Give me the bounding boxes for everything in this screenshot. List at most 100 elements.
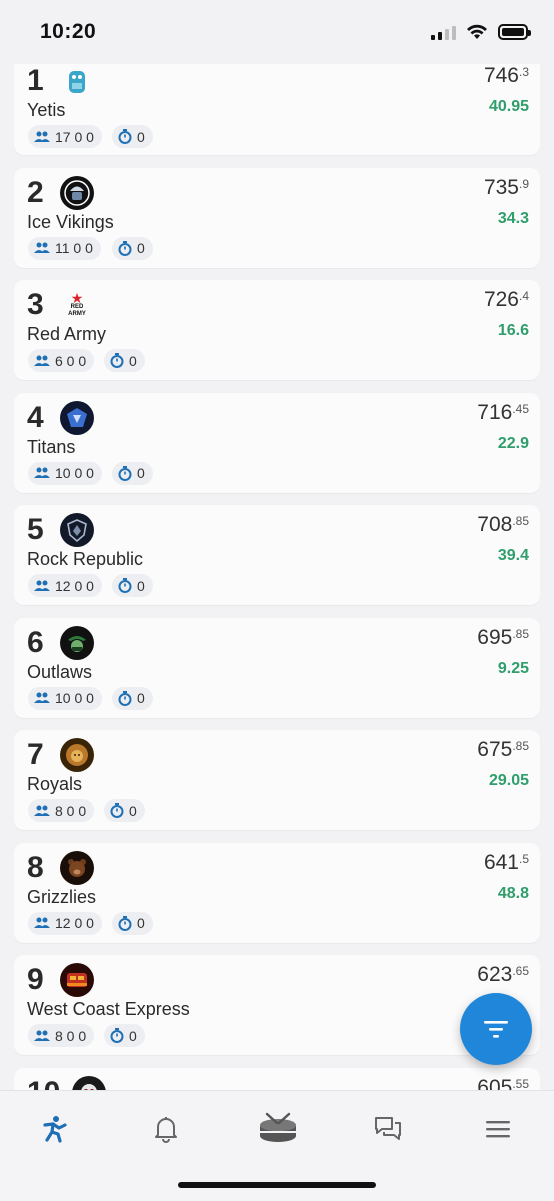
team-points: 623.65 xyxy=(477,963,529,987)
team-name: West Coast Express xyxy=(27,999,190,1019)
team-name: Royals xyxy=(27,774,83,794)
logo-text: RED ARMY xyxy=(68,304,86,317)
drum-icon xyxy=(260,1112,296,1142)
points-decimal: .65 xyxy=(512,964,529,978)
players-count: 12 0 0 xyxy=(55,915,94,931)
timer-chip: 0 xyxy=(112,686,153,710)
filter-icon xyxy=(484,1021,508,1038)
team-gain: 34.3 xyxy=(497,209,529,227)
timer-chip: 0 xyxy=(104,1024,145,1047)
stopwatch-icon xyxy=(118,129,132,144)
players-chip: 8 0 0 xyxy=(28,799,95,822)
team-card-yetis[interactable]: 1 Yetis 17 0 0 0 746.3 40.95 xyxy=(14,56,540,155)
team-card-outlaws[interactable]: 6 Outlaws 10 0 0 0 695.85 9.25 xyxy=(14,617,540,718)
team-card-red-army[interactable]: 3 ★ RED ARMY Red Army 6 0 0 0 726.4 16.6 xyxy=(14,280,540,380)
team-points: 695.85 xyxy=(477,626,529,650)
team-points: 641.5 xyxy=(484,851,529,875)
team-name: Yetis xyxy=(27,100,66,120)
team-card-ice-vikings[interactable]: 2 Ice Vikings 11 0 0 0 735.9 34.3 xyxy=(14,167,540,268)
bell-icon xyxy=(155,1117,177,1143)
stopwatch-icon xyxy=(110,803,124,818)
timer-count: 0 xyxy=(137,915,145,931)
team-gain: 39.4 xyxy=(497,547,529,564)
points-main: 695 xyxy=(477,625,513,649)
points-main: 746 xyxy=(483,64,519,87)
timer-count: 0 xyxy=(129,352,137,369)
team-points: 735.9 xyxy=(484,176,529,200)
nav-drum[interactable] xyxy=(256,1109,300,1149)
team-gain: 29.05 xyxy=(488,772,529,789)
team-gain: 9.25 xyxy=(497,659,529,677)
timer-count: 0 xyxy=(137,465,145,481)
team-gain: 16.6 xyxy=(497,322,529,339)
bear-logo-icon xyxy=(60,850,94,885)
stopwatch-icon xyxy=(118,915,132,931)
stopwatch-icon xyxy=(118,240,132,256)
players-count: 8 0 0 xyxy=(55,802,87,819)
home-indicator xyxy=(178,1182,376,1188)
team-rank: 3 xyxy=(27,288,44,321)
team-card-royals[interactable]: 7 Royals 8 0 0 0 675.85 29.05 xyxy=(14,730,540,830)
points-main: 716 xyxy=(477,400,513,424)
people-icon xyxy=(34,692,50,703)
filter-button[interactable] xyxy=(460,993,532,1065)
team-rank: 7 xyxy=(27,738,44,771)
chat-icon xyxy=(375,1117,401,1140)
points-decimal: .45 xyxy=(512,401,529,416)
players-chip: 10 0 0 xyxy=(28,461,102,485)
points-main: 708 xyxy=(477,513,513,536)
timer-count: 0 xyxy=(137,240,145,256)
nav-menu[interactable] xyxy=(478,1109,518,1149)
team-card-rock-republic[interactable]: 5 Rock Republic 12 0 0 0 708.85 39.4 xyxy=(14,505,540,605)
status-icons xyxy=(431,24,531,40)
players-chip: 10 0 0 xyxy=(28,686,102,710)
team-name: Rock Republic xyxy=(27,549,144,569)
team-gain: 48.8 xyxy=(497,884,529,902)
people-icon xyxy=(34,580,50,591)
stopwatch-icon xyxy=(118,690,132,706)
runner-icon xyxy=(43,1116,67,1143)
players-count: 11 0 0 xyxy=(55,240,93,256)
nav-chat[interactable] xyxy=(368,1109,408,1149)
players-count: 10 0 0 xyxy=(55,690,94,706)
points-decimal: .9 xyxy=(518,176,529,191)
team-name: Outlaws xyxy=(27,661,93,682)
team-rank: 9 xyxy=(27,963,44,996)
team-rank: 1 xyxy=(27,64,44,97)
team-points: 716.45 xyxy=(477,401,529,425)
outlaw-logo-icon xyxy=(60,625,94,660)
team-rank: 2 xyxy=(27,175,44,209)
people-icon xyxy=(34,917,50,928)
timer-chip: 0 xyxy=(112,461,153,485)
standings-list: 1 Yetis 17 0 0 0 746.3 40.95 2 Ice Vikin… xyxy=(14,56,540,1150)
points-main: 641 xyxy=(483,850,519,874)
team-name: Red Army xyxy=(27,324,107,344)
stopwatch-icon xyxy=(110,1028,124,1043)
points-main: 623 xyxy=(477,963,513,986)
team-card-grizzlies[interactable]: 8 Grizzlies 12 0 0 0 641.5 48.8 xyxy=(14,842,540,943)
team-card-titans[interactable]: 4 Titans 10 0 0 0 716.45 22.9 xyxy=(14,392,540,493)
points-decimal: .85 xyxy=(512,514,529,528)
timer-chip: 0 xyxy=(104,799,145,822)
players-chip: 11 0 0 xyxy=(28,236,101,260)
timer-chip: 0 xyxy=(112,574,153,597)
timer-chip: 0 xyxy=(104,349,145,372)
timer-count: 0 xyxy=(129,1027,137,1044)
team-name: Ice Vikings xyxy=(27,211,114,232)
nav-home[interactable] xyxy=(34,1109,74,1149)
viking-logo-icon xyxy=(60,175,94,210)
players-count: 8 0 0 xyxy=(55,1027,87,1044)
yeti-logo-icon xyxy=(60,64,94,98)
team-gain: 22.9 xyxy=(497,434,529,452)
points-decimal: .3 xyxy=(518,65,529,79)
people-icon xyxy=(34,467,50,478)
timer-chip: 0 xyxy=(112,911,153,935)
team-name: Grizzlies xyxy=(27,886,97,907)
players-chip: 8 0 0 xyxy=(28,1024,95,1047)
team-points: 746.3 xyxy=(484,64,529,88)
wifi-icon xyxy=(467,24,487,39)
menu-icon xyxy=(486,1121,510,1138)
nav-notifications[interactable] xyxy=(146,1109,186,1149)
team-rank: 6 xyxy=(27,625,44,659)
stopwatch-icon xyxy=(110,353,124,368)
